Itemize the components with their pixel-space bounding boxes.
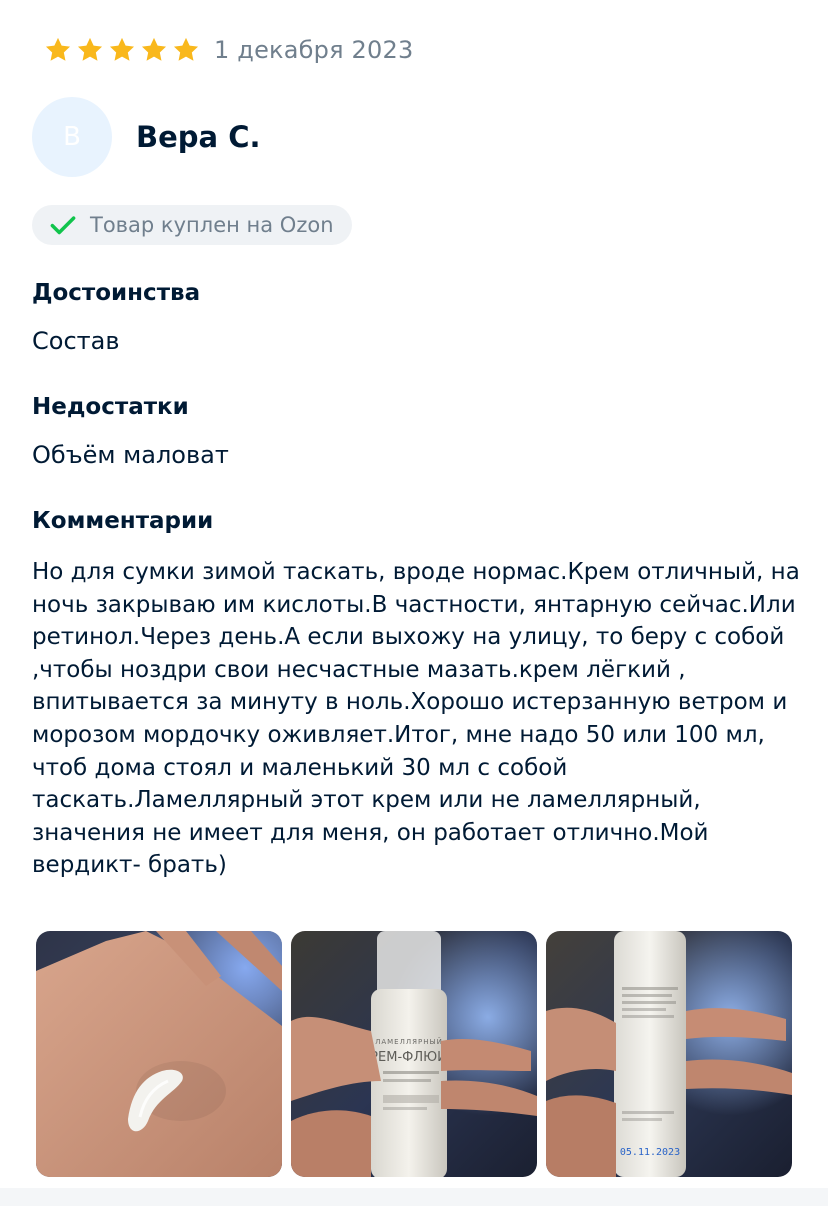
pros-title: Достоинства xyxy=(32,280,201,306)
section-divider xyxy=(0,1188,828,1206)
review-photo-cream-bottle-back[interactable]: 05.11.2023 xyxy=(546,931,792,1177)
photo-gallery: ЛАМЕЛЛЯРНЫЙ КРЕМ-ФЛЮИД 05.11.2023 xyxy=(36,931,792,1177)
avatar-initial: В xyxy=(63,122,81,152)
rating-stars xyxy=(44,36,200,64)
author-block[interactable]: В Вера С. xyxy=(32,97,261,177)
avatar[interactable]: В xyxy=(32,97,112,177)
review-photo-cream-bottle-front[interactable]: ЛАМЕЛЛЯРНЫЙ КРЕМ-ФЛЮИД xyxy=(291,931,537,1177)
check-icon xyxy=(50,216,76,235)
svg-text:ЛАМЕЛЛЯРНЫЙ: ЛАМЕЛЛЯРНЫЙ xyxy=(375,1037,443,1046)
comment-title: Комментарии xyxy=(32,508,214,534)
star-icon xyxy=(173,37,199,61)
purchase-badge-text: Товар куплен на Ozon xyxy=(90,213,334,237)
star-icon xyxy=(141,37,167,61)
review-photo-hand-cream[interactable] xyxy=(36,931,282,1177)
photo-bottle-back-image: 05.11.2023 xyxy=(546,931,792,1177)
pros-text: Состав xyxy=(32,327,120,355)
photo-hand-cream-image xyxy=(36,931,282,1177)
bottle-date-stamp: 05.11.2023 xyxy=(620,1147,680,1158)
rating-row: 1 декабря 2023 xyxy=(44,32,413,68)
cons-title: Недостатки xyxy=(32,394,189,420)
star-icon xyxy=(77,37,103,61)
author-name[interactable]: Вера С. xyxy=(136,120,261,154)
star-icon xyxy=(109,37,135,61)
cons-text: Объём маловат xyxy=(32,441,229,469)
purchase-badge: Товар куплен на Ozon xyxy=(32,205,352,245)
review-card: 1 декабря 2023 В Вера С. Товар куплен на… xyxy=(0,0,828,1206)
photo-bottle-front-image: ЛАМЕЛЛЯРНЫЙ КРЕМ-ФЛЮИД xyxy=(291,931,537,1177)
star-icon xyxy=(45,37,71,61)
review-date: 1 декабря 2023 xyxy=(214,36,414,64)
comment-text: Но для сумки зимой таскать, вроде нормас… xyxy=(32,559,800,879)
